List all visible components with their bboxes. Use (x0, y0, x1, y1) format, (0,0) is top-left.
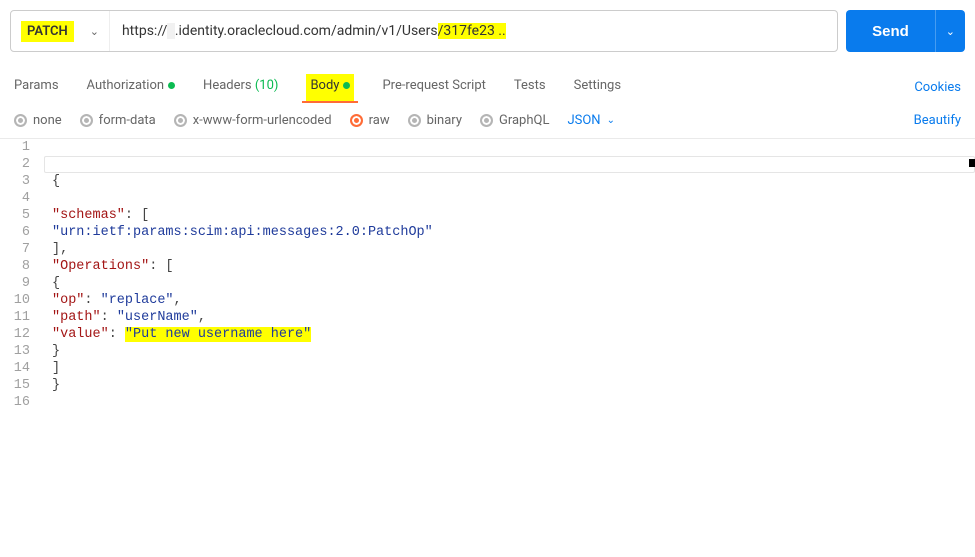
code-line[interactable]: 5"schemas": [ (0, 207, 975, 224)
radio-graphql[interactable]: GraphQL (480, 113, 549, 128)
tab-params[interactable]: Params (14, 74, 59, 101)
code-content[interactable]: ] (44, 360, 975, 377)
code-content[interactable]: "op": "replace", (44, 292, 975, 309)
scroll-marker (969, 159, 975, 167)
url-bar: PATCH ⌄ https:// .identity.oraclecloud.c… (10, 10, 838, 52)
url-mid: .identity.oraclecloud.com/admin/v1/Users (175, 23, 438, 39)
request-row: PATCH ⌄ https:// .identity.oraclecloud.c… (0, 0, 975, 58)
line-number: 5 (0, 207, 44, 224)
line-number: 7 (0, 241, 44, 258)
tab-body[interactable]: Body (306, 74, 354, 101)
chevron-down-icon: ⌄ (607, 115, 615, 126)
code-line[interactable]: 14] (0, 360, 975, 377)
line-number: 12 (0, 326, 44, 343)
line-number: 9 (0, 275, 44, 292)
url-input[interactable]: https:// .identity.oraclecloud.com/admin… (110, 23, 837, 39)
line-number: 2 (0, 156, 44, 173)
tab-headers[interactable]: Headers (10) (203, 74, 278, 101)
code-line[interactable]: 13} (0, 343, 975, 360)
code-line[interactable]: 7], (0, 241, 975, 258)
tab-authorization[interactable]: Authorization (87, 74, 176, 101)
url-highlight: /317fe23 .. (438, 23, 506, 39)
code-content[interactable]: "path": "userName", (44, 309, 975, 326)
code-line[interactable]: 9{ (0, 275, 975, 292)
code-line[interactable]: 8"Operations": [ (0, 258, 975, 275)
code-line[interactable]: 10"op": "replace", (0, 292, 975, 309)
line-number: 4 (0, 190, 44, 207)
line-number: 11 (0, 309, 44, 326)
radio-icon (350, 114, 363, 127)
code-content[interactable]: } (44, 343, 975, 360)
line-number: 1 (0, 139, 44, 156)
code-content[interactable]: { (44, 275, 975, 292)
code-content[interactable] (44, 190, 975, 207)
line-number: 13 (0, 343, 44, 360)
radio-none[interactable]: none (14, 113, 62, 128)
radio-form-data[interactable]: form-data (80, 113, 156, 128)
code-content[interactable]: "Operations": [ (44, 258, 975, 275)
code-content[interactable] (44, 394, 975, 411)
radio-raw[interactable]: raw (350, 113, 390, 128)
code-editor[interactable]: 1 2 3{4 5"schemas": [6"urn:ietf:params:s… (0, 139, 975, 411)
chevron-down-icon[interactable]: ⌄ (90, 25, 99, 38)
dot-icon (343, 82, 350, 89)
radio-icon (408, 114, 421, 127)
line-number: 6 (0, 224, 44, 241)
line-number: 8 (0, 258, 44, 275)
code-line[interactable]: 4 (0, 190, 975, 207)
radio-xwww[interactable]: x-www-form-urlencoded (174, 113, 332, 128)
cookies-link[interactable]: Cookies (914, 80, 961, 95)
line-number: 10 (0, 292, 44, 309)
editor-area[interactable]: 1 2 3{4 5"schemas": [6"urn:ietf:params:s… (0, 138, 975, 411)
code-line[interactable]: 15} (0, 377, 975, 394)
tab-tests[interactable]: Tests (514, 74, 546, 101)
method-label: PATCH (21, 21, 74, 42)
radio-icon (480, 114, 493, 127)
tab-prerequest[interactable]: Pre-request Script (382, 74, 485, 101)
code-content[interactable]: "urn:ietf:params:scim:api:messages:2.0:P… (44, 224, 975, 241)
code-line[interactable]: 16 (0, 394, 975, 411)
code-content[interactable]: { (44, 173, 975, 190)
code-content[interactable]: } (44, 377, 975, 394)
code-line[interactable]: 11"path": "userName", (0, 309, 975, 326)
dot-icon (168, 82, 175, 89)
code-line[interactable]: 1 (0, 139, 975, 156)
line-number: 16 (0, 394, 44, 411)
code-content[interactable]: "value": "Put new username here" (44, 326, 975, 343)
line-number: 14 (0, 360, 44, 377)
code-line[interactable]: 2 (0, 156, 975, 173)
send-button-group: Send ⌄ (846, 10, 965, 52)
code-content[interactable]: "schemas": [ (44, 207, 975, 224)
code-content[interactable] (44, 139, 975, 156)
line-number: 15 (0, 377, 44, 394)
method-selector[interactable]: PATCH ⌄ (11, 11, 110, 51)
url-greyed (167, 23, 174, 39)
url-prefix: https:// (122, 23, 167, 39)
tabs-row: Params Authorization Headers (10) Body P… (0, 58, 975, 107)
code-content[interactable]: ], (44, 241, 975, 258)
radio-icon (80, 114, 93, 127)
code-line[interactable]: 12"value": "Put new username here" (0, 326, 975, 343)
code-line[interactable]: 6"urn:ietf:params:scim:api:messages:2.0:… (0, 224, 975, 241)
radio-binary[interactable]: binary (408, 113, 462, 128)
code-content[interactable] (44, 156, 975, 173)
radio-icon (14, 114, 27, 127)
body-format-select[interactable]: JSON⌄ (567, 113, 615, 128)
beautify-link[interactable]: Beautify (914, 113, 961, 128)
body-type-row: none form-data x-www-form-urlencoded raw… (0, 107, 975, 138)
tab-settings[interactable]: Settings (574, 74, 621, 101)
line-number: 3 (0, 173, 44, 190)
code-line[interactable]: 3{ (0, 173, 975, 190)
send-button[interactable]: Send (846, 10, 935, 52)
radio-icon (174, 114, 187, 127)
send-dropdown-button[interactable]: ⌄ (935, 10, 965, 52)
